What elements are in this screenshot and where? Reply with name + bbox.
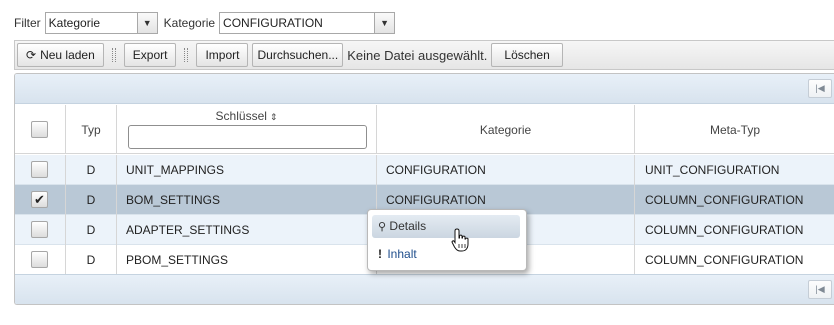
first-page-icon[interactable]: |◀ [808, 280, 832, 299]
row-select-cell [15, 155, 66, 185]
row-select-cell [15, 215, 66, 245]
toolbar-separator [184, 48, 189, 62]
exclamation-icon: ! [378, 247, 382, 261]
row-checkbox[interactable]: ✔ [31, 191, 48, 208]
header-typ[interactable]: Typ [66, 105, 117, 153]
first-page-icon[interactable]: |◀ [808, 79, 832, 98]
context-menu: ⚲ Details ! Inhalt [367, 209, 527, 271]
header-kategorie[interactable]: Kategorie [377, 105, 635, 153]
export-button[interactable]: Export [123, 43, 177, 67]
kategorie-select[interactable]: CONFIGURATION ▼ [219, 12, 396, 34]
cell-typ: D [66, 185, 117, 215]
header-schluessel-label: Schlüssel [215, 109, 267, 123]
cell-key: BOM_SETTINGS [117, 185, 377, 215]
header-kategorie-label: Kategorie [479, 123, 532, 137]
row-checkbox[interactable] [31, 251, 48, 268]
cell-meta-typ: COLUMN_CONFIGURATION [645, 253, 804, 267]
refresh-icon: ⟳ [26, 48, 37, 62]
reload-button-label: Neu laden [40, 48, 95, 62]
context-menu-details[interactable]: ⚲ Details [372, 215, 520, 238]
search-icon: ⚲ [378, 221, 387, 233]
header-schluessel-title: Schlüssel ⇕ [117, 109, 376, 123]
context-menu-inhalt[interactable]: ! Inhalt [372, 243, 520, 266]
filter-bar: Filter Kategorie ▼ Kategorie CONFIGURATI… [14, 11, 396, 35]
no-file-text: Keine Datei ausgewählt. [347, 47, 488, 63]
reload-button[interactable]: ⟳ Neu laden [17, 43, 104, 67]
cell-meta-typ: COLUMN_CONFIGURATION [645, 223, 804, 237]
schluessel-filter-input[interactable] [128, 125, 367, 149]
header-meta-typ[interactable]: Meta-Typ [635, 105, 834, 153]
table-row[interactable]: D UNIT_MAPPINGS CONFIGURATION UNIT_CONFI… [15, 155, 834, 185]
context-menu-details-label: Details [389, 219, 427, 233]
filter-label: Filter [14, 16, 41, 30]
cell-key: ADAPTER_SETTINGS [117, 215, 377, 245]
cell-meta-typ: COLUMN_CONFIGURATION [645, 193, 804, 207]
hand-cursor-icon [451, 228, 469, 252]
delete-button-label: Löschen [504, 48, 550, 62]
filter-select-value: Kategorie [48, 16, 101, 30]
header-select-cell [15, 105, 66, 153]
row-select-cell [15, 245, 66, 275]
cell-key: UNIT_MAPPINGS [117, 155, 377, 185]
header-typ-label: Typ [81, 123, 101, 137]
row-checkbox[interactable] [31, 221, 48, 238]
cell-kategorie: CONFIGURATION [377, 155, 635, 185]
checkmark-icon: ✔ [34, 192, 45, 207]
grid-header: Typ Schlüssel ⇕ Kategorie Meta-Typ [15, 105, 834, 154]
cell-typ: D [66, 245, 117, 275]
cell-typ: D [66, 155, 117, 185]
browse-button[interactable]: Durchsuchen... [252, 43, 344, 67]
cell-typ: D [66, 215, 117, 245]
header-meta-typ-label: Meta-Typ [709, 123, 760, 137]
row-checkbox[interactable] [31, 161, 48, 178]
browse-button-label: Durchsuchen... [257, 48, 339, 62]
delete-button[interactable]: Löschen [491, 43, 563, 67]
grid-top-pager: |◀ [15, 74, 834, 104]
kategorie-select-value: CONFIGURATION [223, 16, 323, 30]
export-button-label: Export [132, 48, 168, 62]
row-select-cell: ✔ [15, 185, 66, 215]
cell-key: PBOM_SETTINGS [117, 245, 377, 275]
kategorie-label: Kategorie [163, 16, 216, 30]
import-button[interactable]: Import [196, 43, 249, 67]
filter-select[interactable]: Kategorie ▼ [44, 12, 158, 34]
chevron-down-icon[interactable]: ▼ [374, 13, 395, 33]
import-button-label: Import [205, 48, 240, 62]
context-menu-inhalt-label: Inhalt [387, 247, 417, 261]
cell-meta-typ: UNIT_CONFIGURATION [645, 163, 780, 177]
chevron-down-icon[interactable]: ▼ [136, 13, 157, 33]
grid-bottom-pager: |◀ [15, 274, 834, 304]
toolbar-separator [111, 48, 116, 62]
select-all-checkbox[interactable] [31, 121, 48, 138]
toolbar: ⟳ Neu laden Export Import Durchsuchen...… [14, 40, 834, 70]
header-schluessel[interactable]: Schlüssel ⇕ [117, 105, 377, 153]
sort-icon[interactable]: ⇕ [270, 112, 278, 122]
